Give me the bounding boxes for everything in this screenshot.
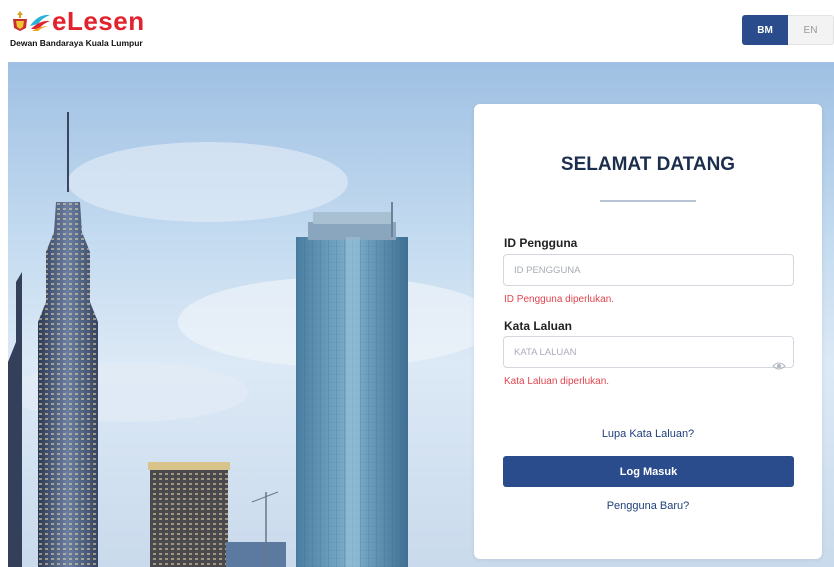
top-header: eLesen Dewan Bandaraya Kuala Lumpur BM E… xyxy=(0,0,834,62)
logo-title: eLesen xyxy=(52,6,145,36)
password-error: Kata Laluan diperlukan. xyxy=(504,376,610,387)
dbkl-crest-icon xyxy=(13,11,27,31)
password-input[interactable] xyxy=(503,336,794,368)
new-user-link[interactable]: Pengguna Baru? xyxy=(474,500,822,512)
password-label: Kata Laluan xyxy=(504,319,573,333)
title-divider xyxy=(600,200,696,202)
username-label: ID Pengguna xyxy=(504,236,578,250)
username-input[interactable] xyxy=(503,254,794,286)
elesen-logo[interactable]: eLesen Dewan Bandaraya Kuala Lumpur xyxy=(8,6,188,54)
language-bm-button[interactable]: BM xyxy=(742,15,788,45)
welcome-title: SELAMAT DATANG xyxy=(560,154,736,175)
username-error: ID Pengguna diperlukan. xyxy=(504,294,615,305)
swoosh-icon xyxy=(30,14,50,31)
login-card: SELAMAT DATANG ID Pengguna ID Pengguna d… xyxy=(474,104,822,559)
forgot-password-link[interactable]: Lupa Kata Laluan? xyxy=(474,428,822,440)
logo-subtitle: Dewan Bandaraya Kuala Lumpur xyxy=(10,38,143,48)
eye-icon[interactable] xyxy=(772,361,786,371)
language-switcher: BM EN xyxy=(742,15,834,45)
language-en-button[interactable]: EN xyxy=(788,15,834,45)
login-button[interactable]: Log Masuk xyxy=(503,456,794,487)
